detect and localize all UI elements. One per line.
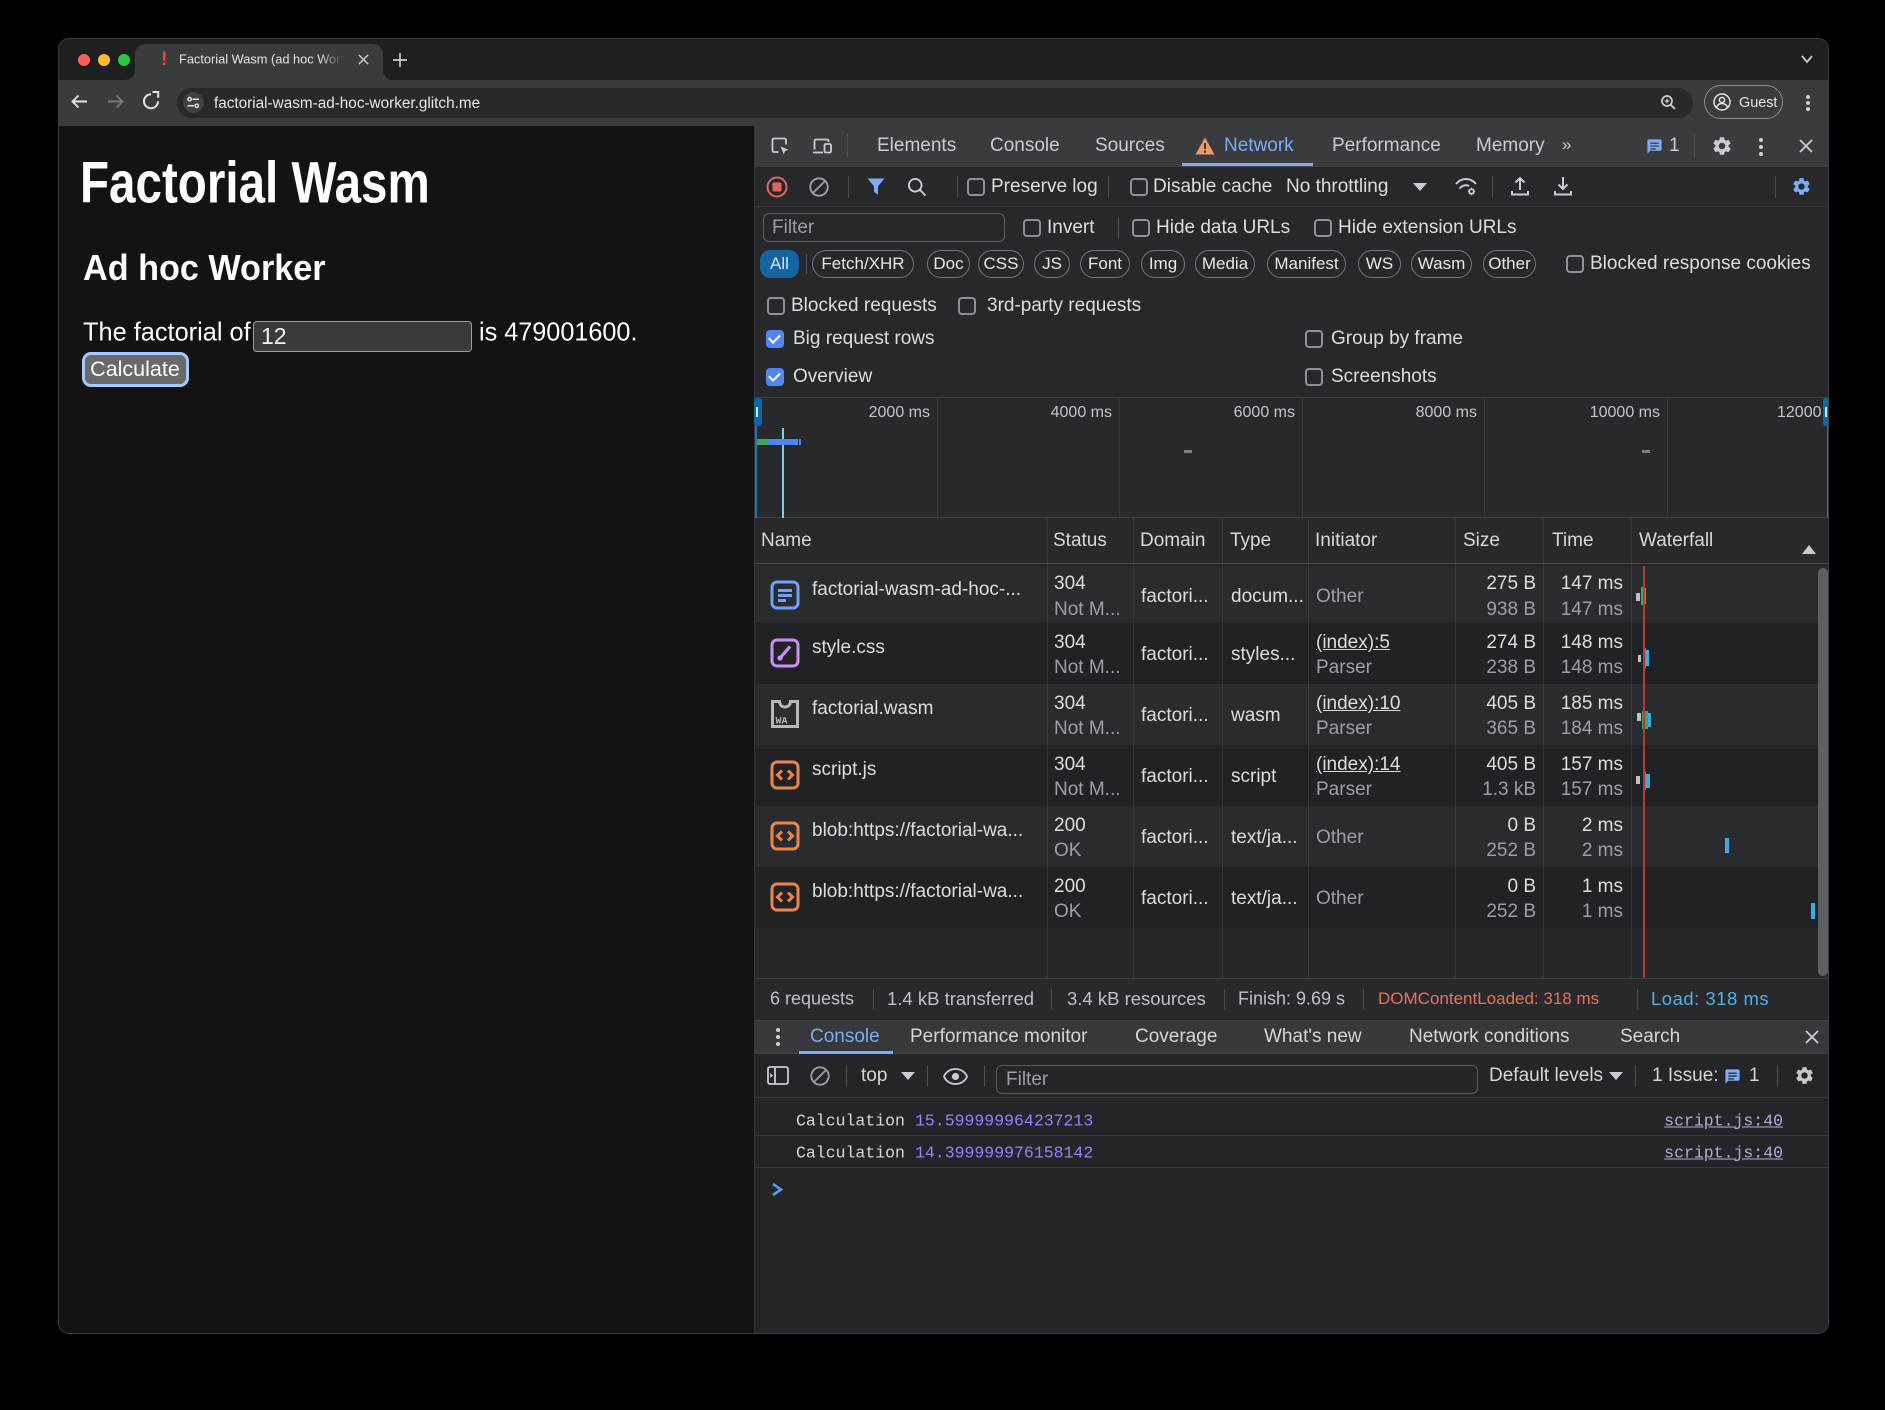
svg-text:WA: WA	[776, 717, 788, 728]
